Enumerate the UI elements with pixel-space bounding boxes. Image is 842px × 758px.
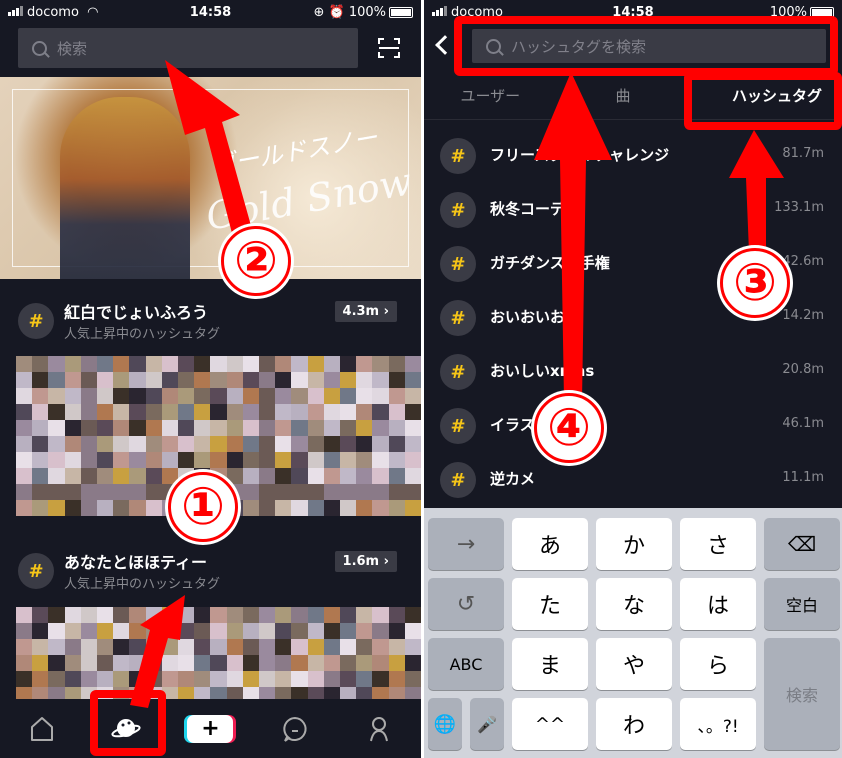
explore-screen: docomo ◠ 14:58 ⊕ ⏰ 100% 検索 ゴールドスノー Gold … [0, 0, 421, 758]
arrow-3 [729, 130, 784, 252]
annotation-number-3: ③ [720, 248, 790, 318]
hashtag-search-screen: docomo 14:58 100% ハッシュタグを検索 ユーザー 曲 ハッシュタ… [424, 0, 842, 758]
arrow-4 [534, 72, 612, 400]
annotation-number-4: ④ [534, 393, 604, 463]
annotation-number-1: ① [168, 472, 238, 542]
arrow-2 [165, 60, 255, 245]
annotation-number-2: ② [221, 226, 291, 296]
annotation-arrows [130, 60, 255, 708]
annotation-arrows [534, 72, 784, 400]
annotation-box-discover [90, 690, 166, 756]
